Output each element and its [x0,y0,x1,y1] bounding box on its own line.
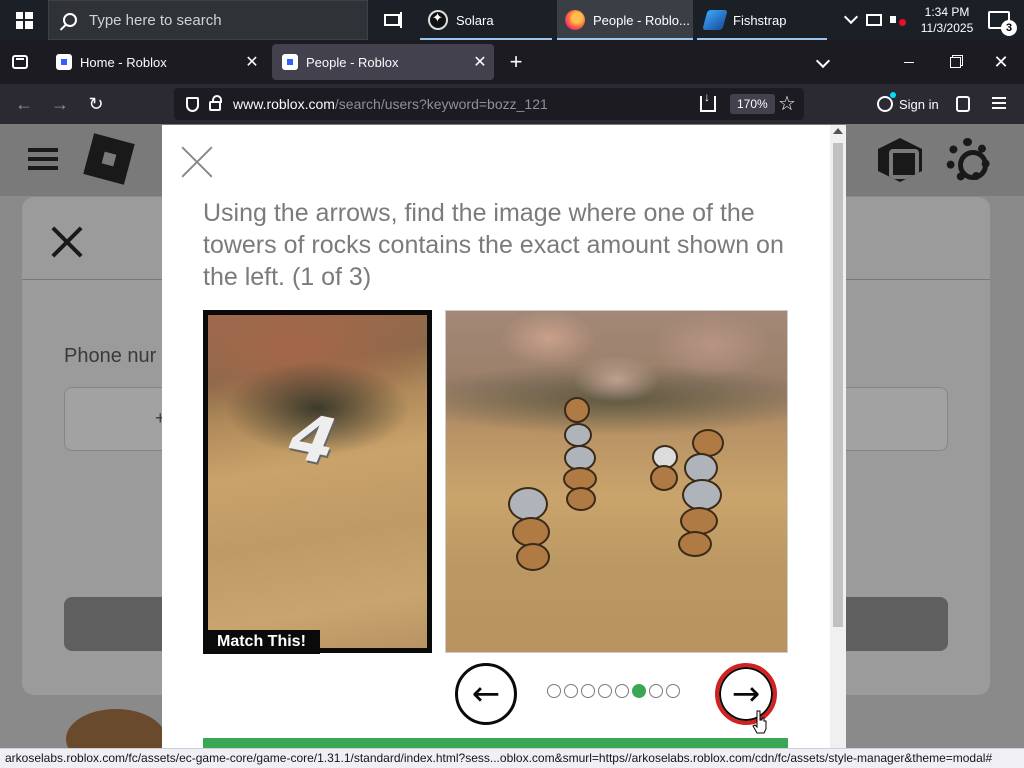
browser-navigation-bar: ← → ↻ www.roblox.com/search/users?keywor… [0,84,1024,124]
pagination-dot [564,684,578,698]
scrollbar[interactable] [830,125,846,748]
fishstrap-icon [702,10,728,30]
phone-number-label: Phone nur [64,345,157,367]
scroll-up-arrow-icon[interactable] [833,128,843,134]
pagination-dot [666,684,680,698]
rock [564,397,590,423]
bookmark-star-icon[interactable]: ☆ [778,91,796,116]
windows-taskbar: Type here to search Solara People - Robl… [0,0,1024,40]
taskbar-app-label: Fishstrap [733,12,787,28]
firefox-view-button[interactable] [0,40,40,84]
challenge-instruction: Using the arrows, find the image where o… [203,199,784,291]
roblox-logo-icon[interactable] [83,133,135,185]
new-tab-button[interactable]: + [502,48,530,76]
previous-arrow-button[interactable]: ← [455,663,517,725]
rock [566,487,596,511]
solara-icon [428,10,448,30]
list-all-tabs-chevron-icon[interactable] [815,53,831,69]
clock-date: 11/3/2025 [920,21,974,35]
save-to-pocket-icon[interactable] [700,90,716,112]
forward-button[interactable]: → [46,90,74,118]
notification-center-icon[interactable]: 3 [988,11,1017,36]
submit-button[interactable] [203,738,788,748]
volume-muted-icon[interactable] [890,13,906,27]
robux-icon[interactable] [878,138,922,182]
close-tab-icon[interactable]: ✕ [466,52,494,72]
captcha-challenge: Using the arrows, find the image where o… [162,125,846,748]
rock [508,487,548,521]
challenge-image [445,310,788,653]
close-tab-icon[interactable]: ✕ [238,52,266,72]
tab-title: People - Roblox [306,54,399,70]
zoom-level-button[interactable]: 170% [730,94,775,114]
image-pagination-dots [547,684,680,698]
firefox-icon [565,10,585,30]
sign-in-label: Sign in [899,96,939,112]
clock-time: 1:34 PM [924,5,970,19]
pagination-dot [649,684,663,698]
menu-icon[interactable] [28,148,58,170]
arrow-left-icon: ← [471,674,501,714]
reference-image: 4 [203,310,432,653]
close-window-button[interactable]: ✕ [978,40,1024,84]
system-tray: 1:34 PM 11/3/2025 3 [838,0,1024,40]
start-button[interactable] [0,0,48,40]
task-view-icon [384,12,402,28]
address-bar[interactable]: www.roblox.com/search/users?keyword=bozz… [174,88,804,120]
back-button[interactable]: ← [10,90,38,118]
roblox-favicon-icon [56,54,72,70]
taskbar-search-box[interactable]: Type here to search [48,0,368,40]
hamburger-menu-icon[interactable] [992,97,1006,109]
sign-in-button[interactable]: Sign in [870,90,942,118]
url-host: www.roblox.com [233,96,335,112]
clock[interactable]: 1:34 PM 11/3/2025 [920,4,974,36]
pagination-dot [547,684,561,698]
taskbar-app-firefox[interactable]: People - Roblo... [557,0,693,40]
search-placeholder: Type here to search [89,11,222,29]
rock [516,543,550,571]
rock [678,531,712,557]
avatar [66,709,166,748]
rock [564,423,592,447]
tab-people-roblox[interactable]: People - Roblox ✕ [272,44,494,80]
taskbar-app-solara[interactable]: Solara [420,0,552,40]
gear-icon[interactable] [946,138,990,182]
taskbar-app-fishstrap[interactable]: Fishstrap [697,0,827,40]
lock-icon[interactable] [209,95,222,111]
url-path: /search/users?keyword=bozz_121 [334,96,548,112]
pagination-dot [598,684,612,698]
reload-button[interactable]: ↻ [82,90,110,118]
extensions-icon[interactable] [956,96,970,112]
match-this-label: Match This! [203,630,320,654]
roblox-favicon-icon [282,54,298,70]
url-text[interactable]: www.roblox.com/search/users?keyword=bozz… [233,96,548,112]
windows-icon [15,11,33,29]
rock [650,465,678,491]
search-icon [63,13,77,27]
close-icon[interactable] [180,145,214,179]
reference-digit: 4 [276,400,349,480]
taskbar-app-label: People - Roblo... [593,12,690,28]
pagination-dot-active [632,684,646,698]
arrow-right-icon: → [731,674,761,714]
tab-home-roblox[interactable]: Home - Roblox ✕ [46,44,266,80]
network-icon[interactable] [866,14,882,26]
taskbar-app-label: Solara [456,12,494,28]
close-icon[interactable] [50,225,84,259]
link-status-bar: arkoselabs.roblox.com/fc/assets/ec-game-… [0,748,1024,768]
scrollbar-thumb[interactable] [833,143,843,627]
notification-count-badge: 3 [1001,20,1017,36]
task-view-button[interactable] [376,0,408,40]
hand-cursor-icon [752,710,767,734]
pagination-dot [615,684,629,698]
tab-title: Home - Roblox [80,54,167,70]
tracking-protection-shield-icon[interactable] [186,96,199,112]
chevron-up-icon[interactable] [843,9,859,25]
browser-tab-strip: Home - Roblox ✕ People - Roblox ✕ + ✕ [0,40,1024,84]
pagination-dot [581,684,595,698]
minimize-button[interactable] [886,40,932,84]
account-icon [877,92,896,112]
firefox-view-icon [12,55,28,69]
restore-button[interactable] [932,40,978,84]
